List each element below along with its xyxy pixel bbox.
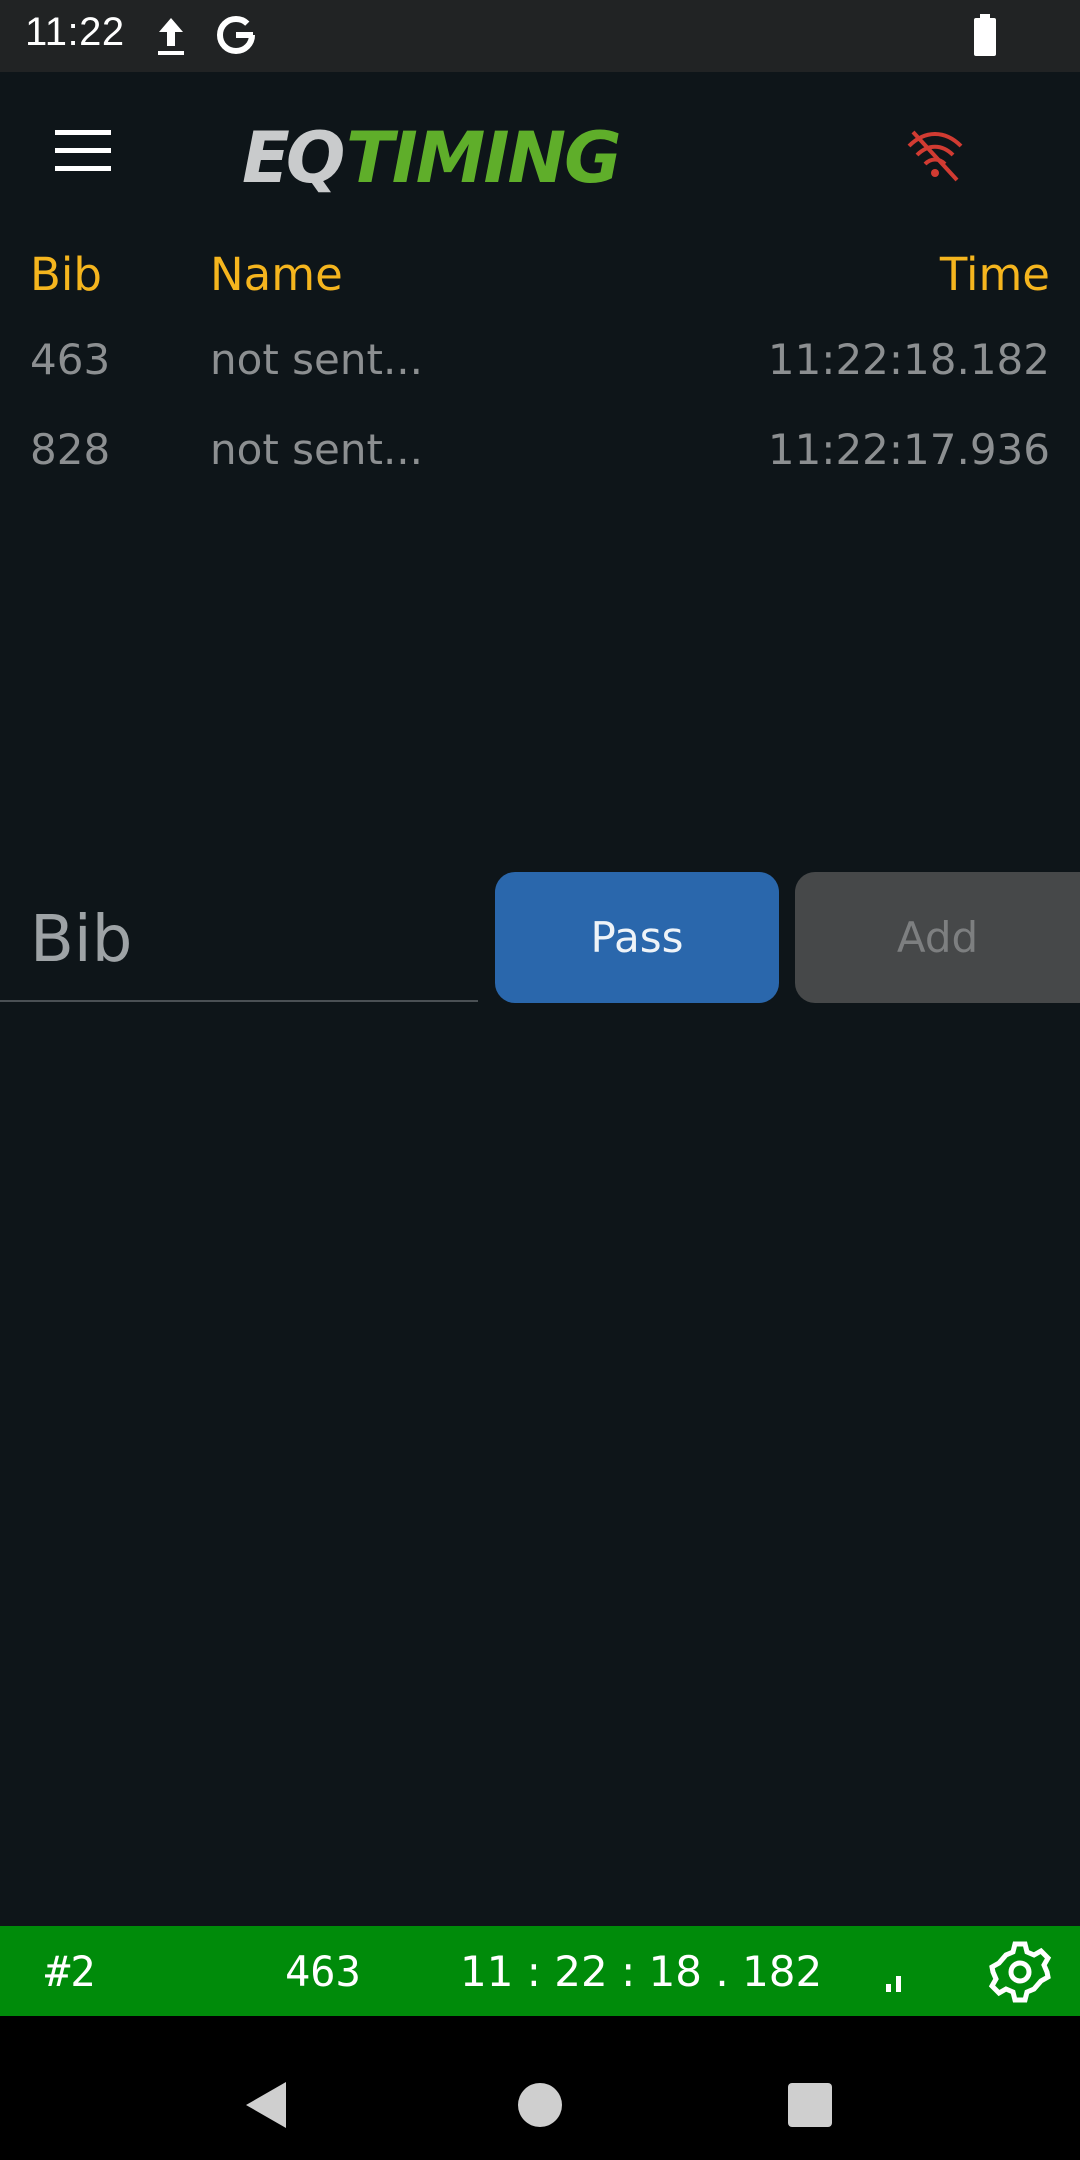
row-name: not sent... bbox=[210, 425, 423, 474]
battery-icon bbox=[974, 14, 996, 56]
column-header-time: Time bbox=[939, 248, 1050, 301]
bib-input[interactable] bbox=[0, 880, 478, 1002]
add-button[interactable]: Add bbox=[795, 872, 1080, 1003]
status-time: 11:22 bbox=[25, 10, 125, 54]
row-name: not sent... bbox=[210, 335, 423, 384]
home-icon[interactable] bbox=[517, 2082, 563, 2128]
back-icon[interactable] bbox=[242, 2080, 288, 2130]
nav-bar bbox=[0, 2016, 1080, 2160]
upload-icon bbox=[158, 18, 184, 55]
logo-text-timing: TIMING bbox=[346, 117, 620, 196]
info-bar: #2 463 11 : 22 : 18 . 182 bbox=[0, 1926, 1080, 2016]
logo-text-eq: EQ bbox=[242, 117, 343, 196]
wifi-off-icon[interactable] bbox=[905, 128, 965, 184]
eqtiming-logo: EQ TIMING bbox=[242, 117, 622, 196]
row-time: 11:22:18.182 bbox=[767, 335, 1050, 384]
menu-icon[interactable] bbox=[48, 122, 118, 182]
google-icon bbox=[216, 15, 255, 55]
row-time: 11:22:17.936 bbox=[767, 425, 1050, 474]
info-time: 11 : 22 : 18 . 182 bbox=[460, 1947, 823, 1996]
app-header: EQ TIMING bbox=[0, 72, 1080, 232]
status-bar: 11:22 bbox=[0, 0, 1080, 72]
row-bib: 463 bbox=[30, 335, 111, 384]
column-header-bib: Bib bbox=[30, 248, 102, 301]
recents-icon[interactable] bbox=[786, 2081, 834, 2129]
column-header-name: Name bbox=[210, 248, 343, 301]
row-bib: 828 bbox=[30, 425, 111, 474]
info-position: #2 bbox=[45, 1947, 96, 1996]
pass-button[interactable]: Pass bbox=[495, 872, 779, 1003]
signal-icon bbox=[886, 1976, 901, 1992]
settings-icon[interactable] bbox=[988, 1940, 1052, 2004]
info-bib: 463 bbox=[285, 1947, 361, 1996]
